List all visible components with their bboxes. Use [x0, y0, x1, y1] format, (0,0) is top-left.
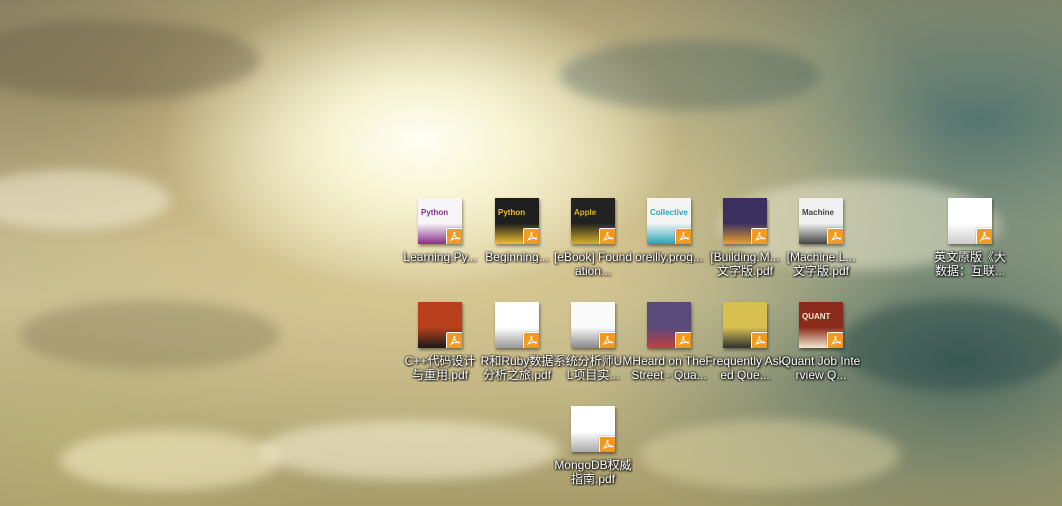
wallpaper-cloud: [840, 300, 1062, 390]
cover-title: Python: [421, 208, 449, 217]
desktop-icon-pdf[interactable]: QUANT Quant Job Interview Q...: [781, 300, 861, 396]
desktop-icon-pdf[interactable]: Collective oreilly.prog...: [629, 196, 709, 292]
pdf-thumbnail: Machine: [799, 198, 843, 244]
pdf-thumbnail: [723, 302, 767, 348]
desktop-icon-label: R和Ruby数据分析之旅.pdf: [480, 354, 554, 382]
desktop-icon-pdf[interactable]: R和Ruby数据分析之旅.pdf: [477, 300, 557, 396]
desktop-icon-pdf[interactable]: MongoDB权威指南.pdf: [553, 404, 633, 500]
wallpaper-cloud: [560, 40, 820, 110]
desktop-icon-pdf[interactable]: C++代码设计与重用.pdf: [400, 300, 480, 396]
pdf-icon: [827, 332, 843, 348]
pdf-icon: [751, 228, 767, 244]
pdf-thumbnail: QUANT: [799, 302, 843, 348]
pdf-icon: [599, 436, 615, 452]
pdf-thumbnail: Apple: [571, 198, 615, 244]
cover-title: Collective: [650, 208, 688, 217]
pdf-thumbnail: [495, 302, 539, 348]
pdf-thumbnail: [647, 302, 691, 348]
desktop-icon-label: C++代码设计与重用.pdf: [404, 354, 476, 382]
desktop-icon-pdf[interactable]: Apple [eBook] Foundation...: [553, 196, 633, 292]
pdf-icon: [827, 228, 843, 244]
desktop-icon-label: Learning.Py...: [403, 250, 477, 264]
pdf-thumbnail: Python: [418, 198, 462, 244]
pdf-thumbnail: [418, 302, 462, 348]
desktop-icon-pdf[interactable]: Python Learning.Py...: [400, 196, 480, 292]
cover-title: Machine: [802, 208, 835, 217]
wallpaper-cloud: [60, 430, 280, 490]
wallpaper-cloud: [20, 300, 280, 370]
desktop-icon-label: [Machine.L... 文字版.pdf: [786, 250, 856, 278]
cover-title: Apple: [574, 208, 597, 217]
desktop-icon-pdf[interactable]: 英文原版《大数据：互联...: [930, 196, 1010, 292]
pdf-icon: [675, 332, 691, 348]
desktop-icon-label: [eBook] Foundation...: [553, 250, 633, 278]
desktop-icon-label: [Building.M... 文字版.pdf: [710, 250, 780, 278]
pdf-icon: [675, 228, 691, 244]
pdf-icon: [523, 228, 539, 244]
desktop-icon-label: 系统分析师UML项目实...: [553, 354, 633, 382]
pdf-thumbnail: Collective: [647, 198, 691, 244]
pdf-thumbnail: [948, 198, 992, 244]
cover-title: Python: [498, 208, 526, 217]
wallpaper-cloud: [0, 170, 170, 230]
pdf-icon: [446, 332, 462, 348]
pdf-icon: [599, 332, 615, 348]
desktop-icon-pdf[interactable]: Python Beginning...: [477, 196, 557, 292]
pdf-icon: [751, 332, 767, 348]
pdf-thumbnail: [571, 406, 615, 452]
desktop-icon-label: Frequently Asked Que...: [705, 354, 785, 382]
wallpaper-cloud: [640, 420, 900, 490]
wallpaper-cloud: [0, 20, 260, 100]
cover-title: QUANT: [802, 312, 831, 321]
desktop-icon-label: MongoDB权威指南.pdf: [554, 458, 632, 486]
desktop-icon-pdf[interactable]: 系统分析师UML项目实...: [553, 300, 633, 396]
desktop-icon-label: Heard on The Street - Qua...: [631, 354, 707, 382]
pdf-thumbnail: Python: [495, 198, 539, 244]
desktop-icon-pdf[interactable]: Frequently Asked Que...: [705, 300, 785, 396]
pdf-icon: [446, 228, 462, 244]
desktop-icon-label: Beginning...: [485, 250, 549, 264]
desktop-icon-pdf[interactable]: [Building.M... 文字版.pdf: [705, 196, 785, 292]
desktop-icon-pdf[interactable]: Machine [Machine.L... 文字版.pdf: [781, 196, 861, 292]
desktop-icon-label: Quant Job Interview Q...: [781, 354, 861, 382]
pdf-icon: [976, 228, 992, 244]
pdf-thumbnail: [571, 302, 615, 348]
desktop-icon-pdf[interactable]: Heard on The Street - Qua...: [629, 300, 709, 396]
pdf-thumbnail: [723, 198, 767, 244]
pdf-icon: [523, 332, 539, 348]
desktop-icon-label: 英文原版《大数据：互联...: [933, 250, 1006, 278]
pdf-icon: [599, 228, 615, 244]
wallpaper-cloud: [260, 420, 560, 480]
desktop-icon-label: oreilly.prog...: [635, 250, 703, 264]
